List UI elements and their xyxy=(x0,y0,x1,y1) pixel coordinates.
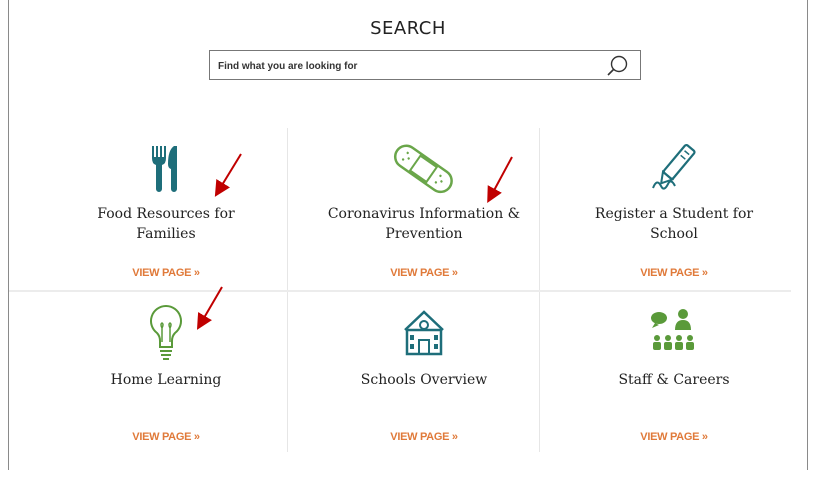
tile-title: Schools Overview xyxy=(360,372,488,388)
tile-title: School xyxy=(650,226,698,242)
view-page-link[interactable]: VIEW PAGE » xyxy=(640,431,708,443)
search-icon[interactable] xyxy=(606,54,630,78)
page-frame: SEARCH Food Resources for Families xyxy=(8,0,808,470)
view-page-link[interactable]: VIEW PAGE » xyxy=(132,431,200,443)
view-page-link[interactable]: VIEW PAGE » xyxy=(132,267,200,279)
view-page-link[interactable]: VIEW PAGE » xyxy=(640,267,708,279)
tile-title: Register a Student for xyxy=(594,206,754,222)
tile-title: Prevention xyxy=(385,226,463,242)
tile-title: Families xyxy=(136,226,196,242)
search-box xyxy=(209,50,641,80)
bandage-icon xyxy=(393,144,453,194)
divider xyxy=(9,290,791,292)
tile-title: Coronavirus Information & xyxy=(327,206,521,222)
search-input[interactable] xyxy=(216,57,590,75)
view-page-link[interactable]: VIEW PAGE » xyxy=(390,431,458,443)
lightbulb-icon xyxy=(150,304,182,360)
school-building-icon xyxy=(404,310,444,356)
resource-grid: Food Resources for Families VIEW PAGE » xyxy=(9,128,809,458)
utensils-icon xyxy=(152,146,177,192)
staff-group-icon xyxy=(651,309,694,350)
pen-icon xyxy=(652,143,696,190)
tile-title: Food Resources for xyxy=(97,206,235,222)
view-page-link[interactable]: VIEW PAGE » xyxy=(390,267,458,279)
search-heading: SEARCH xyxy=(370,18,446,39)
tile-title: Staff & Careers xyxy=(618,372,730,388)
tile-title: Home Learning xyxy=(110,372,222,388)
